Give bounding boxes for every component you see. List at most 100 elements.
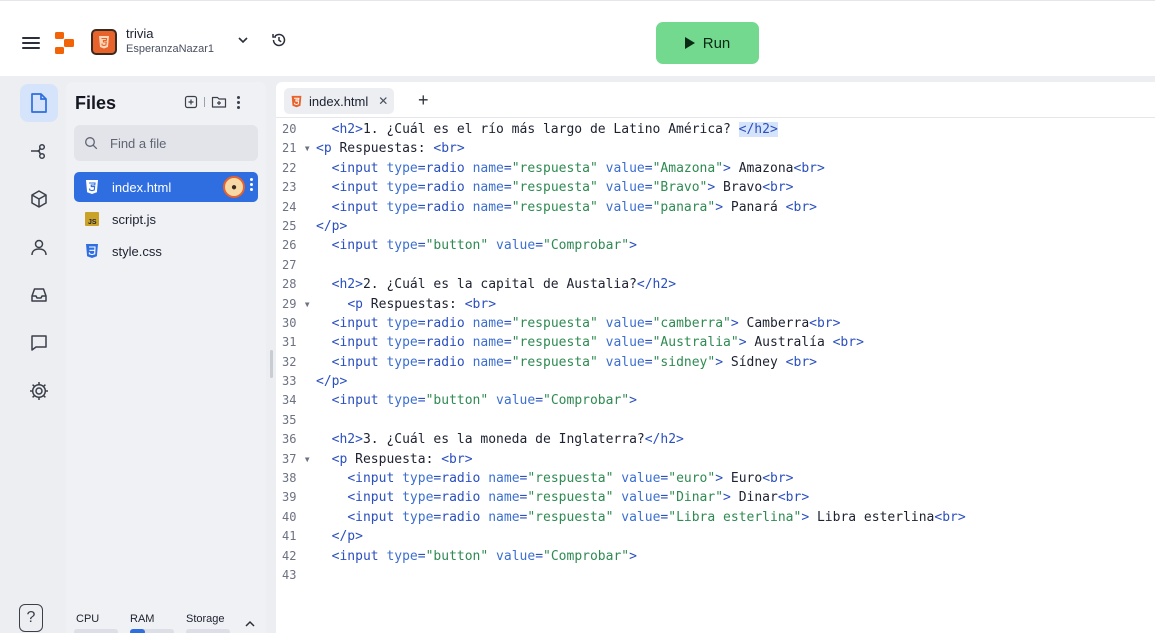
- code-token: "Bravo": [652, 180, 708, 196]
- code-token: <h2>: [331, 432, 363, 448]
- tab-index-html[interactable]: index.html ✕: [284, 88, 395, 114]
- new-folder-icon[interactable]: [211, 95, 227, 109]
- code-token: name: [472, 180, 504, 196]
- packages-icon[interactable]: [20, 180, 58, 218]
- code-token: >: [801, 509, 810, 525]
- code-token: </p>: [331, 529, 363, 545]
- code-line[interactable]: 22 <input type=radio name="respuesta" va…: [276, 159, 1155, 178]
- code-token: name: [472, 315, 504, 331]
- code-token: <p: [316, 141, 332, 157]
- code-line[interactable]: 36 <h2>3. ¿Cuál es la moneda de Inglater…: [276, 430, 1155, 449]
- code-line[interactable]: 37 ▾ <p Respuesta: <br>: [276, 450, 1155, 469]
- code-token: Libra esterlina: [809, 509, 935, 525]
- close-icon[interactable]: ✕: [378, 94, 388, 108]
- line-number: 22: [282, 160, 297, 175]
- code-token: "panara": [652, 199, 716, 215]
- code-token: "sidney": [652, 354, 716, 370]
- code-token: value: [605, 199, 645, 215]
- code-token: name: [472, 354, 504, 370]
- code-line[interactable]: 24 <input type=radio name="respuesta" va…: [276, 198, 1155, 217]
- code-line[interactable]: 42 <input type="button" value="Comprobar…: [276, 547, 1155, 566]
- line-number: 43: [282, 567, 297, 582]
- code-token: value: [496, 548, 536, 564]
- code-line[interactable]: 27: [276, 256, 1155, 275]
- code-line[interactable]: 26 <input type="button" value="Comprobar…: [276, 236, 1155, 255]
- help-icon[interactable]: ?: [19, 604, 43, 632]
- file-item-script-js[interactable]: JS script.js: [74, 204, 258, 234]
- code-token: Amazona: [730, 160, 794, 176]
- code-text: </p>: [316, 217, 347, 236]
- more-options-icon[interactable]: [237, 95, 240, 109]
- file-item-style-css[interactable]: style.css: [74, 236, 258, 266]
- git-icon[interactable]: [20, 132, 58, 170]
- replit-logo-icon[interactable]: [54, 31, 76, 55]
- file-search-input[interactable]: Find a file: [74, 125, 258, 161]
- code-token: Panará: [723, 199, 786, 215]
- code-line[interactable]: 35: [276, 411, 1155, 430]
- run-button[interactable]: Run: [656, 22, 759, 64]
- collaborator-avatar: ●: [223, 176, 245, 198]
- code-token: name: [488, 471, 520, 487]
- code-token: name: [472, 160, 504, 176]
- file-item-index-html[interactable]: index.html ●: [74, 172, 258, 202]
- code-token: >: [715, 199, 724, 215]
- code-token: =radio: [417, 160, 473, 176]
- line-number: 21 ▾: [282, 141, 311, 156]
- code-line[interactable]: 41 </p>: [276, 527, 1155, 546]
- cpu-label: CPU: [76, 613, 100, 625]
- code-line[interactable]: 33 </p>: [276, 372, 1155, 391]
- code-line[interactable]: 38 <input type=radio name="respuesta" va…: [276, 469, 1155, 488]
- files-actions: [184, 95, 240, 109]
- line-number: 42: [282, 548, 297, 563]
- menu-icon[interactable]: [22, 37, 40, 49]
- code-token: <br>: [785, 354, 817, 370]
- code-token: "Comprobar": [543, 238, 630, 254]
- code-line[interactable]: 40 <input type=radio name="respuesta" va…: [276, 508, 1155, 527]
- repl-html5-icon[interactable]: [91, 29, 117, 55]
- code-line[interactable]: 39 <input type=radio name="respuesta" va…: [276, 488, 1155, 507]
- ram-bar-fill: [130, 629, 146, 633]
- add-tab-icon[interactable]: +: [418, 90, 429, 111]
- chat-icon[interactable]: [20, 324, 58, 362]
- settings-gear-icon[interactable]: [20, 372, 58, 410]
- file-name: index.html: [112, 180, 172, 195]
- history-icon[interactable]: [270, 31, 288, 49]
- new-file-icon[interactable]: [184, 95, 198, 109]
- files-tool-icon[interactable]: [20, 84, 58, 122]
- play-icon: [684, 37, 695, 49]
- inbox-icon[interactable]: [20, 276, 58, 314]
- code-line[interactable]: 28 <h2>2. ¿Cuál es la capital de Austali…: [276, 275, 1155, 294]
- user-icon[interactable]: [20, 228, 58, 266]
- code-token: "respuesta": [511, 315, 598, 331]
- code-token: "button": [425, 548, 489, 564]
- code-line[interactable]: 20 <h2>1. ¿Cuál es el río más largo de L…: [276, 120, 1155, 139]
- code-line[interactable]: 29 ▾ <p Respuestas: <br>: [276, 295, 1155, 314]
- line-number: 37 ▾: [282, 451, 311, 466]
- repl-name[interactable]: trivia: [126, 26, 153, 41]
- code-line[interactable]: 43: [276, 566, 1155, 585]
- chevron-up-icon[interactable]: [244, 619, 256, 629]
- code-line[interactable]: 21 ▾ <p Respuestas: <br>: [276, 139, 1155, 158]
- code-area[interactable]: 20 <h2>1. ¿Cuál es el río más largo de L…: [276, 120, 1155, 585]
- line-number: 29 ▾: [282, 296, 311, 311]
- js-icon: JS: [85, 212, 99, 226]
- left-rail: ?: [14, 82, 64, 633]
- ram-label: RAM: [130, 613, 155, 625]
- code-token: Dinar: [730, 490, 778, 506]
- code-line[interactable]: 34 <input type="button" value="Comprobar…: [276, 391, 1155, 410]
- code-line[interactable]: 25 </p>: [276, 217, 1155, 236]
- code-line[interactable]: 30 <input type=radio name="respuesta" va…: [276, 314, 1155, 333]
- code-line[interactable]: 31 <input type=radio name="respuesta" va…: [276, 333, 1155, 352]
- code-line[interactable]: 23 <input type=radio name="respuesta" va…: [276, 178, 1155, 197]
- file-more-icon[interactable]: [247, 178, 255, 196]
- panel-resize-handle[interactable]: [270, 350, 273, 378]
- chevron-down-icon[interactable]: [236, 33, 250, 47]
- code-text: <p Respuestas: <br>: [316, 139, 465, 158]
- code-line[interactable]: 32 <input type=radio name="respuesta" va…: [276, 353, 1155, 372]
- code-token: =: [644, 354, 653, 370]
- code-token: =radio: [417, 354, 473, 370]
- code-token: >: [629, 393, 637, 409]
- top-bar: trivia EsperanzaNazar1 Run: [0, 0, 1155, 76]
